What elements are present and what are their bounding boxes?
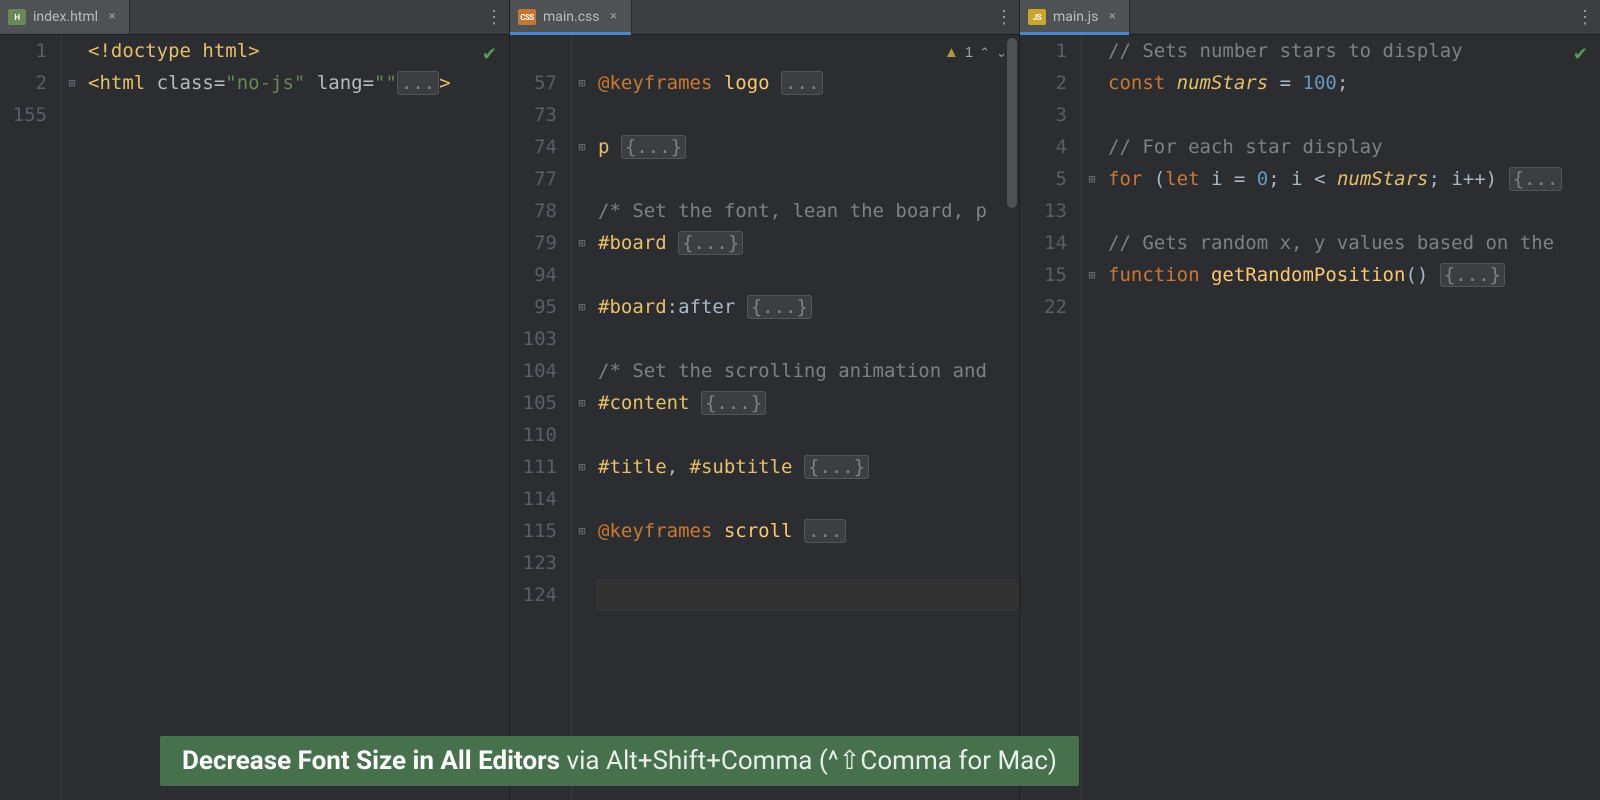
code-area[interactable]: <!doctype html><html class="no-js" lang=… <box>86 35 509 800</box>
editor-html[interactable]: 12155 ⊞ <!doctype html><html class="no-j… <box>0 35 509 800</box>
pane-css: CSS main.css × ⋮ 57737477787994951031041… <box>510 0 1020 800</box>
fold-toggle-icon[interactable]: ⊞ <box>1085 172 1099 186</box>
fold-toggle-icon[interactable]: ⊞ <box>65 76 79 90</box>
fold-column: ⊞⊞ <box>1082 35 1106 800</box>
close-icon[interactable]: × <box>105 10 119 24</box>
tabbar-css: CSS main.css × ⋮ <box>510 0 1019 35</box>
code-area[interactable]: @keyframes logo ... p {...} /* Set the f… <box>596 35 1019 800</box>
warning-count: 1 <box>965 44 973 61</box>
tip-shortcut: via Alt+Shift+Comma (^⇧Comma for Mac) <box>560 746 1057 776</box>
tab-label: index.html <box>33 9 98 25</box>
close-icon[interactable]: × <box>1105 10 1119 24</box>
tip-action: Decrease Font Size in All Editors <box>182 746 560 776</box>
tab-main-js[interactable]: JS main.js × <box>1020 0 1130 34</box>
next-highlight-icon[interactable]: ⌄ <box>996 45 1007 61</box>
editor-js[interactable]: 1234513141522 ⊞⊞ // Sets number stars to… <box>1020 35 1600 800</box>
close-icon[interactable]: × <box>607 10 621 24</box>
fold-toggle-icon[interactable]: ⊞ <box>575 524 589 538</box>
tab-menu-button[interactable]: ⋮ <box>989 0 1019 34</box>
tab-label: main.js <box>1053 9 1098 25</box>
gutter: 12155 <box>0 35 62 800</box>
ok-check-icon: ✔ <box>1573 44 1588 65</box>
pane-html: H index.html × ⋮ 12155 ⊞ <!doctype html>… <box>0 0 510 800</box>
gutter: 5773747778799495103104105110111114115123… <box>510 35 572 800</box>
tab-menu-button[interactable]: ⋮ <box>1570 0 1600 34</box>
editor-css[interactable]: 5773747778799495103104105110111114115123… <box>510 35 1019 800</box>
fold-toggle-icon[interactable]: ⊞ <box>1085 268 1099 282</box>
ok-check-icon: ✔ <box>482 44 497 65</box>
fold-toggle-icon[interactable]: ⊞ <box>575 300 589 314</box>
fold-column: ⊞ <box>62 35 86 800</box>
gutter: 1234513141522 <box>1020 35 1082 800</box>
warning-icon: ▲ <box>944 44 959 61</box>
editor-split: H index.html × ⋮ 12155 ⊞ <!doctype html>… <box>0 0 1600 800</box>
tab-label: main.css <box>543 9 600 25</box>
tip-overlay: Decrease Font Size in All Editors via Al… <box>160 736 1079 786</box>
scrollbar-vertical[interactable] <box>1007 38 1017 208</box>
html-file-icon: H <box>8 9 26 25</box>
js-file-icon: JS <box>1028 9 1046 25</box>
prev-highlight-icon[interactable]: ⌃ <box>979 45 990 61</box>
inspection-status[interactable]: ✔ <box>1573 44 1588 65</box>
pane-js: JS main.js × ⋮ 1234513141522 ⊞⊞ // Sets … <box>1020 0 1600 800</box>
css-file-icon: CSS <box>518 9 536 25</box>
fold-toggle-icon[interactable]: ⊞ <box>575 396 589 410</box>
tabbar-html: H index.html × ⋮ <box>0 0 509 35</box>
inspection-status[interactable]: ✔ <box>482 44 497 65</box>
fold-toggle-icon[interactable]: ⊞ <box>575 140 589 154</box>
fold-toggle-icon[interactable]: ⊞ <box>575 460 589 474</box>
tab-index-html[interactable]: H index.html × <box>0 0 130 34</box>
tab-menu-button[interactable]: ⋮ <box>479 0 509 34</box>
fold-toggle-icon[interactable]: ⊞ <box>575 236 589 250</box>
tab-main-css[interactable]: CSS main.css × <box>510 0 632 34</box>
tabbar-js: JS main.js × ⋮ <box>1020 0 1600 35</box>
fold-column: ⊞ ⊞ ⊞ ⊞ ⊞ ⊞ ⊞ <box>572 35 596 800</box>
fold-toggle-icon[interactable]: ⊞ <box>575 76 589 90</box>
code-area[interactable]: // Sets number stars to displayconst num… <box>1106 35 1600 800</box>
inspection-status[interactable]: ▲ 1 ⌃ ⌄ <box>944 44 1007 61</box>
